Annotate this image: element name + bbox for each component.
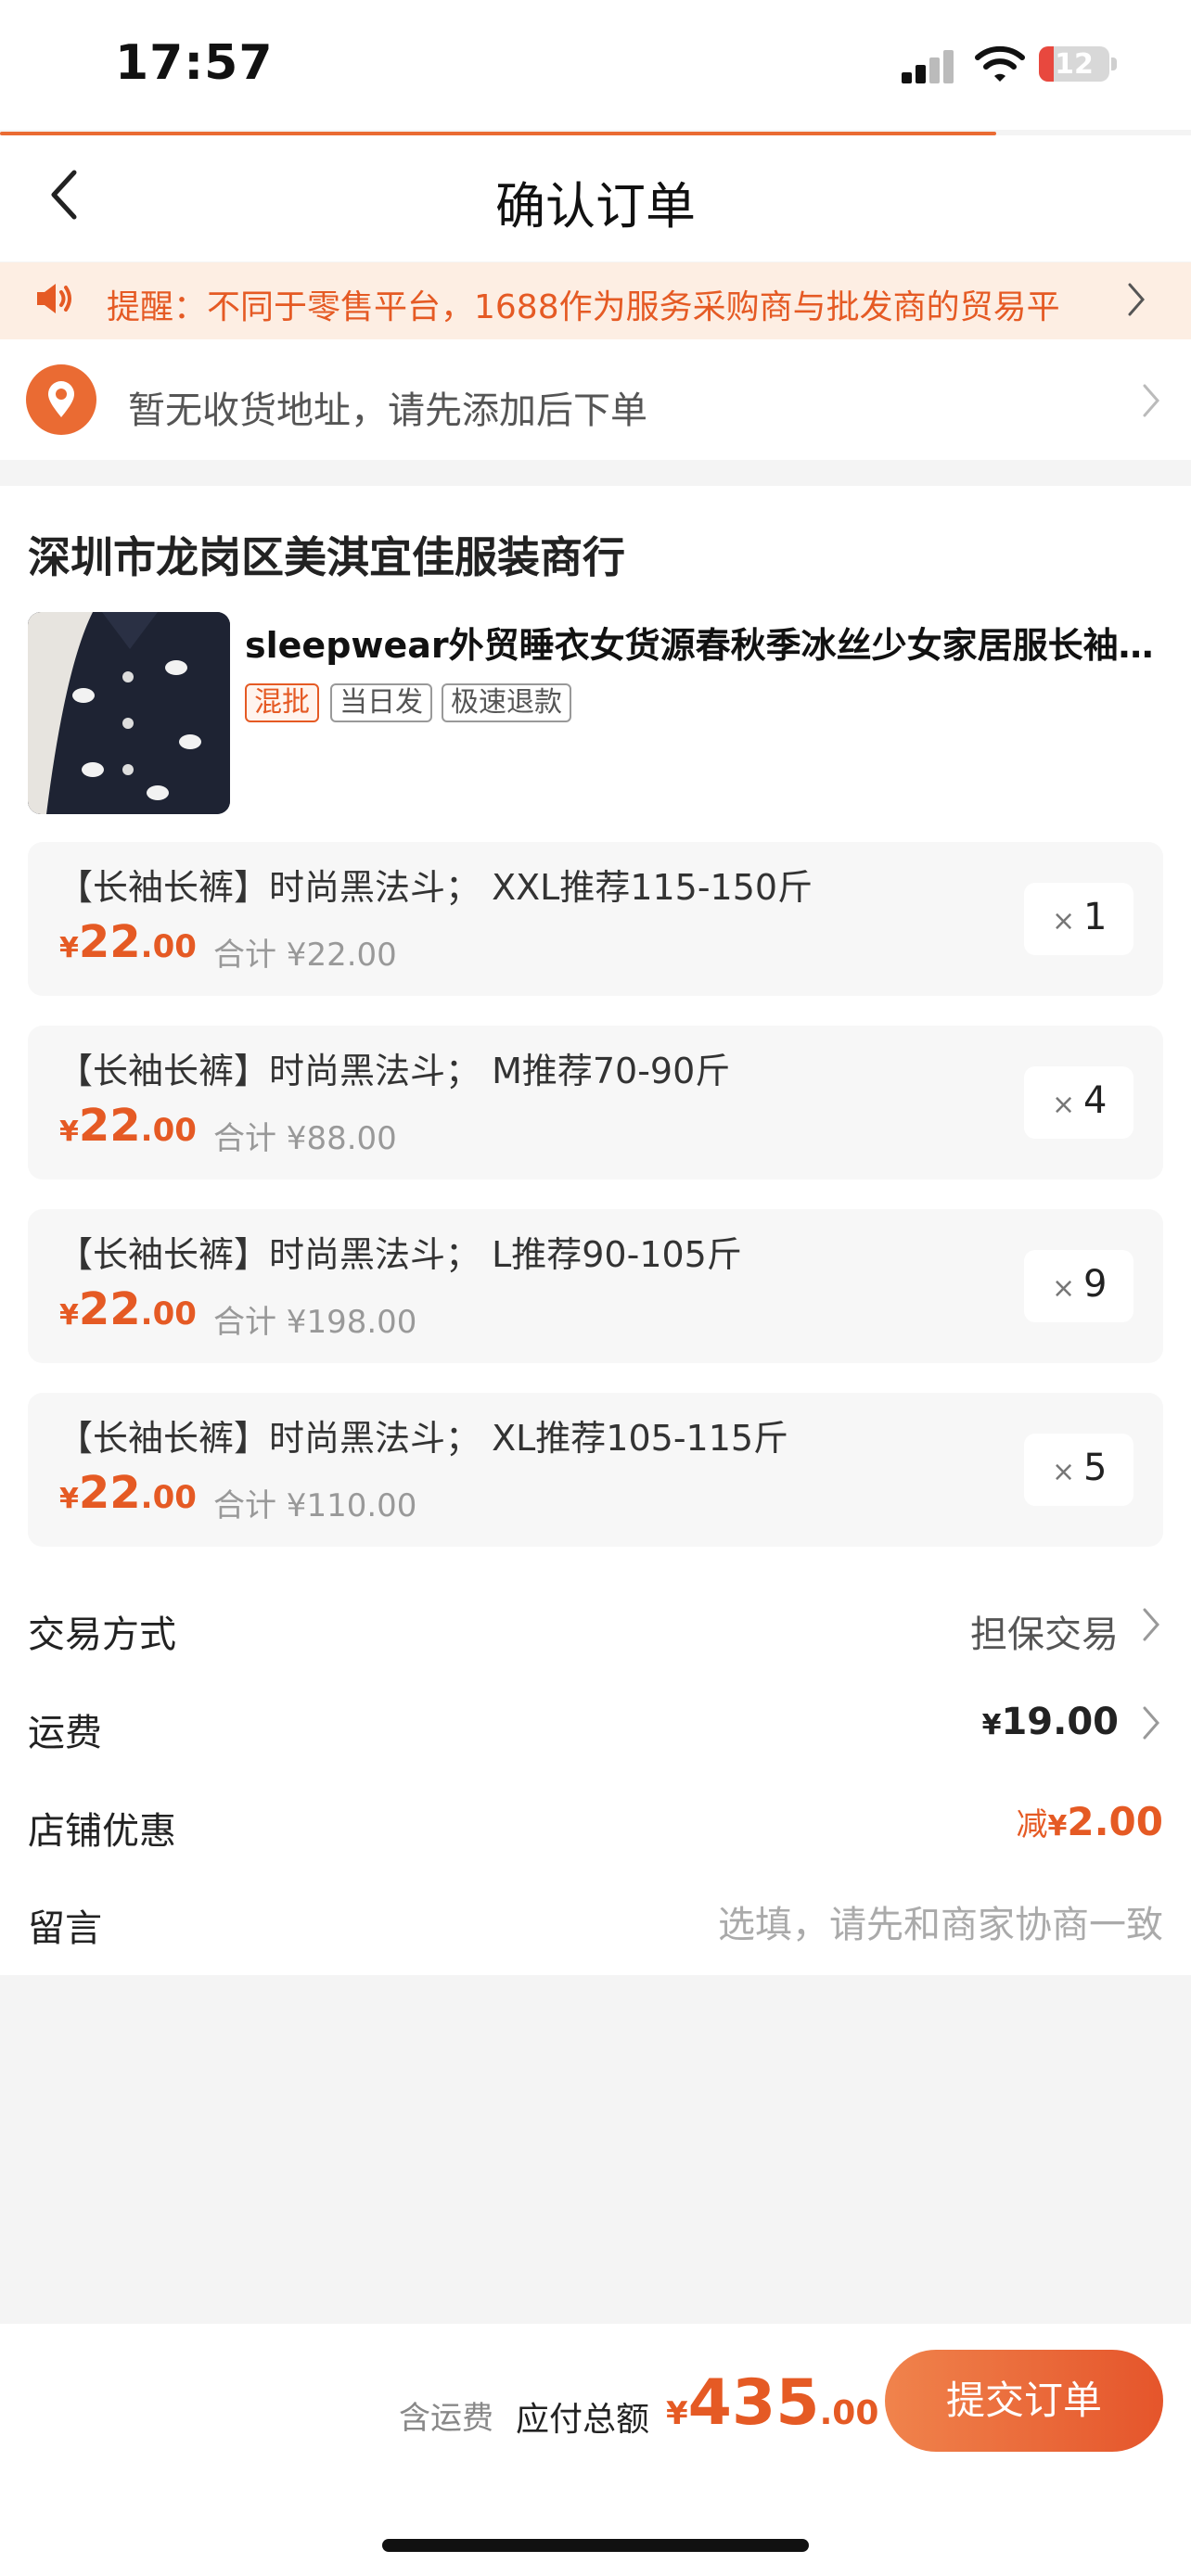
shop-discount-label: 店铺优惠 — [28, 1810, 176, 1853]
battery-icon: 12 — [1039, 46, 1109, 82]
signal-icon — [902, 50, 955, 83]
sku-item: 【长袖长裤】时尚黑法斗； L推荐90-105斤 ¥22.00 合计 ¥198.0… — [28, 1209, 1163, 1363]
sku-price: ¥22.00 — [59, 916, 197, 968]
submit-order-button[interactable]: 提交订单 — [885, 2350, 1163, 2452]
wifi-icon — [975, 45, 1025, 82]
location-pin-icon — [48, 381, 74, 417]
note-input[interactable]: 选填，请先和商家协商一致 — [718, 1894, 1163, 1948]
product-title[interactable]: sleepwear外贸睡衣女货源春秋季冰丝少女家居服长袖… — [245, 617, 1172, 668]
total-label: 应付总额 — [516, 2401, 650, 2439]
sku-name: 【长袖长裤】时尚黑法斗； M推荐70-90斤 — [58, 1051, 731, 1091]
tag-same-day-ship: 当日发 — [330, 683, 432, 722]
tag-fast-refund: 极速退款 — [442, 683, 571, 722]
sku-name: 【长袖长裤】时尚黑法斗； L推荐90-105斤 — [58, 1234, 742, 1275]
sku-name: 【长袖长裤】时尚黑法斗； XXL推荐115-150斤 — [58, 867, 813, 908]
sku-price: ¥22.00 — [59, 1100, 197, 1152]
sku-subtotal: 合计 ¥88.00 — [213, 1120, 397, 1157]
address-placeholder: 暂无收货地址，请先添加后下单 — [128, 389, 647, 432]
sku-price: ¥22.00 — [59, 1283, 197, 1335]
notice-text: 提醒：不同于零售平台，1688作为服务采购商与批发商的贸易平 — [107, 288, 1060, 326]
sku-price: ¥22.00 — [59, 1467, 197, 1519]
note-label: 留言 — [28, 1907, 102, 1950]
shipping-label: 运费 — [28, 1712, 102, 1754]
page-title: 确认订单 — [495, 177, 696, 236]
sku-item: 【长袖长裤】时尚黑法斗； XL推荐105-115斤 ¥22.00 合计 ¥110… — [28, 1393, 1163, 1547]
shop-discount-value: 减¥2.00 — [1016, 1799, 1163, 1844]
sku-subtotal: 合计 ¥22.00 — [213, 937, 397, 974]
chevron-right-icon — [1143, 1608, 1159, 1641]
sku-item: 【长袖长裤】时尚黑法斗； M推荐70-90斤 ¥22.00 合计 ¥88.00 … — [28, 1026, 1163, 1180]
total-amount: ¥435.00 — [666, 2366, 879, 2440]
chevron-right-icon — [1143, 1706, 1159, 1740]
sku-name: 【长袖长裤】时尚黑法斗； XL推荐105-115斤 — [58, 1418, 789, 1459]
quantity-stepper[interactable]: × 5 — [1024, 1434, 1133, 1506]
chevron-right-icon — [1143, 384, 1159, 417]
chevron-right-icon — [1128, 283, 1145, 316]
status-time: 17:57 — [115, 35, 274, 91]
battery-tip — [1111, 57, 1117, 70]
includes-shipping-text: 含运费 — [399, 2400, 493, 2437]
sku-item: 【长袖长裤】时尚黑法斗； XXL推荐115-150斤 ¥22.00 合计 ¥22… — [28, 842, 1163, 996]
trade-method-label: 交易方式 — [28, 1613, 176, 1656]
home-indicator[interactable] — [382, 2539, 809, 2552]
shop-name[interactable]: 深圳市龙岗区美淇宜佳服装商行 — [28, 524, 625, 585]
sku-subtotal: 合计 ¥110.00 — [213, 1487, 417, 1524]
quantity-stepper[interactable]: × 1 — [1024, 883, 1133, 955]
speaker-icon — [37, 284, 71, 313]
product-thumbnail[interactable] — [28, 612, 230, 814]
sku-subtotal: 合计 ¥198.00 — [213, 1304, 417, 1341]
battery-level: 12 — [1055, 48, 1094, 81]
trade-method-value[interactable]: 担保交易 — [970, 1604, 1119, 1658]
quantity-stepper[interactable]: × 9 — [1024, 1250, 1133, 1322]
quantity-stepper[interactable]: × 4 — [1024, 1066, 1133, 1139]
shipping-fee[interactable]: ¥19.00 — [982, 1701, 1119, 1743]
tag-mixed-batch: 混批 — [245, 683, 319, 722]
